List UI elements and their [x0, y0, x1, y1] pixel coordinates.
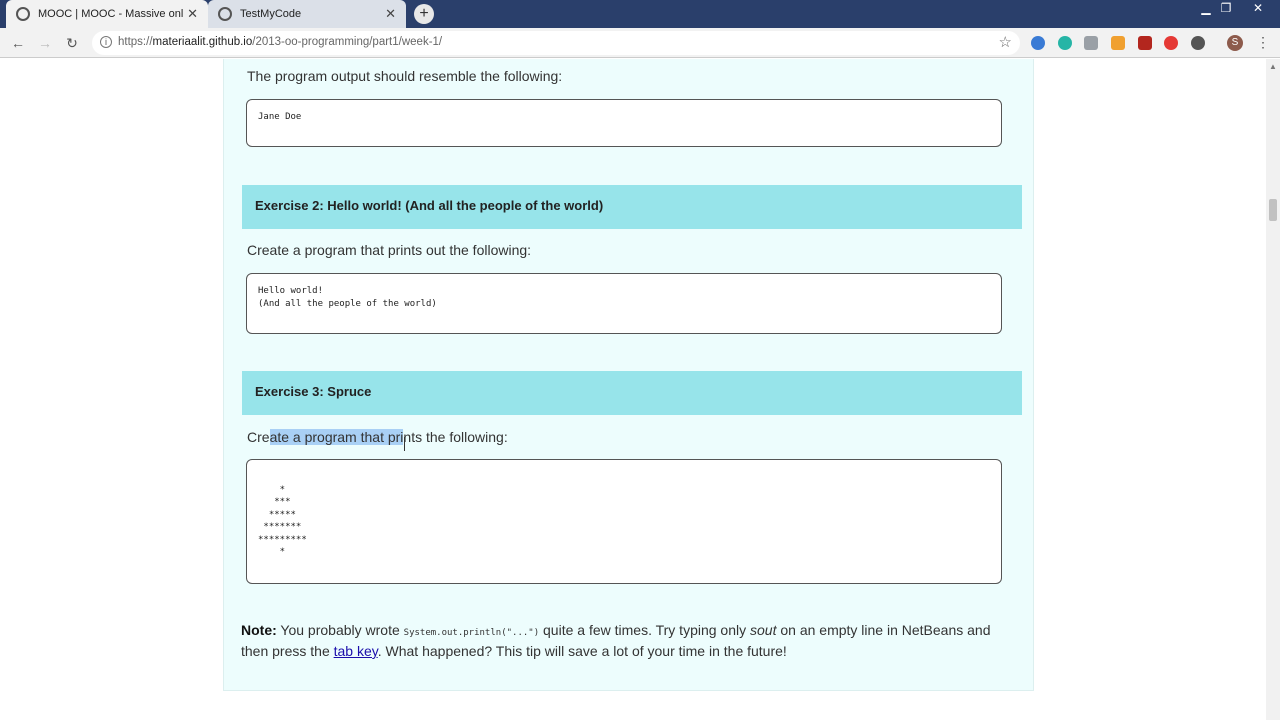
tab-key-link[interactable]: tab key [334, 643, 378, 659]
text-cursor [404, 437, 405, 451]
close-icon[interactable]: ✕ [385, 6, 396, 22]
globe-icon [218, 7, 232, 21]
close-icon[interactable]: ✕ [187, 6, 198, 22]
note-label: Note: [241, 622, 277, 638]
extension-icon[interactable] [1031, 36, 1045, 50]
globe-icon [16, 7, 30, 21]
address-bar[interactable]: i https://materiaalit.github.io/2013-oo-… [92, 31, 1020, 55]
new-tab-button[interactable]: + [414, 4, 434, 24]
exercise3-header: Exercise 3: Spruce [242, 371, 1022, 415]
exercise3-code-box: * *** ***** ******* ********* * [246, 459, 1002, 584]
output-intro: The program output should resemble the f… [247, 68, 563, 84]
exercise2-header: Exercise 2: Hello world! (And all the pe… [242, 185, 1022, 229]
forward-icon[interactable]: → [36, 34, 54, 52]
browser-toolbar: ← → ↻ i https://materiaalit.github.io/20… [0, 28, 1280, 58]
bookmark-star-icon[interactable]: ☆ [999, 33, 1012, 51]
scrollbar[interactable]: ▲ [1266, 59, 1280, 720]
profile-avatar[interactable]: S [1227, 35, 1243, 51]
inline-code: System.out.println("...") [403, 628, 540, 638]
content-column: The program output should resemble the f… [223, 59, 1034, 691]
tab-title: MOOC | MOOC - Massive online [38, 8, 184, 20]
pdf-extension-icon[interactable] [1138, 36, 1152, 50]
menu-kebab-icon[interactable]: ⋮ [1256, 34, 1270, 51]
close-window-icon[interactable]: ✕ [1248, 0, 1268, 18]
extension-icon[interactable] [1084, 36, 1098, 50]
extension-icon[interactable] [1111, 36, 1125, 50]
reload-icon[interactable]: ↻ [63, 34, 81, 52]
extension-icon[interactable] [1191, 36, 1205, 50]
tab-strip: MOOC | MOOC - Massive online ✕ TestMyCod… [0, 0, 1280, 28]
extension-icon[interactable] [1058, 36, 1072, 50]
text-selection: ate a program that pri [269, 429, 404, 445]
exercise3-intro: Create a program that prints the followi… [247, 429, 508, 445]
back-icon[interactable]: ← [9, 34, 27, 52]
exercise2-code-box: Hello world! (And all the people of the … [246, 273, 1002, 334]
url-text[interactable]: https://materiaalit.github.io/2013-oo-pr… [118, 36, 442, 48]
tab-mooc[interactable]: MOOC | MOOC - Massive online ✕ [6, 0, 208, 28]
extension-icon[interactable] [1164, 36, 1178, 50]
scroll-up-icon[interactable]: ▲ [1269, 62, 1277, 71]
tab-title: TestMyCode [240, 8, 302, 20]
minimize-icon[interactable]: ▁ [1196, 0, 1216, 18]
page-viewport: The program output should resemble the f… [0, 59, 1266, 720]
output-code-box: Jane Doe [246, 99, 1002, 147]
restore-icon[interactable]: ❐ [1216, 0, 1236, 18]
exercise2-intro: Create a program that prints out the fol… [247, 242, 532, 258]
info-icon[interactable]: i [100, 36, 112, 48]
scrollbar-thumb[interactable] [1269, 199, 1277, 221]
tab-testmycode[interactable]: TestMyCode ✕ [208, 0, 406, 28]
note-paragraph: Note: You probably wrote System.out.prin… [241, 622, 991, 659]
